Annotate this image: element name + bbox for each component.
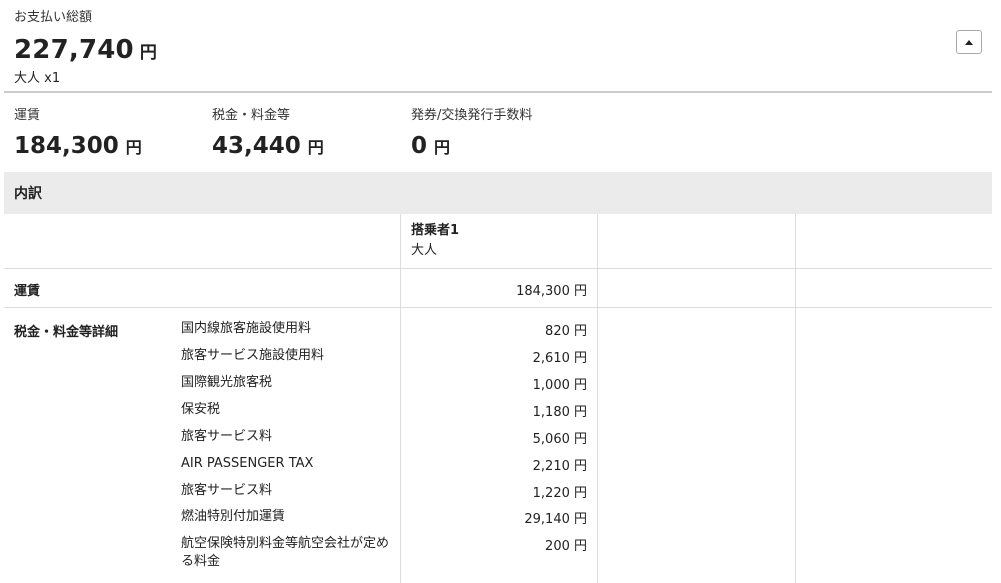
summary-taxes-label: 税金・料金等 [212, 108, 291, 123]
summary-fee: 発券/交換発行手数料 0 円 [411, 104, 532, 159]
breakdown-header: 内訳 [4, 172, 992, 214]
tax-item-amount: 1,220 円 [532, 486, 587, 501]
summary-taxes-value: 43,440 円 [212, 133, 324, 159]
fare-row-amount: 184,300 円 [516, 284, 587, 299]
tax-item-amount: 1,000 円 [532, 378, 587, 393]
table-column-divider [795, 214, 796, 583]
total-amount: 227,740 [14, 35, 134, 65]
collapse-button[interactable] [956, 30, 982, 54]
section-divider [4, 91, 992, 93]
tax-item-name: 保安税 [181, 402, 221, 417]
summary-fee-label: 発券/交換発行手数料 [411, 108, 533, 123]
table-column-divider [597, 214, 598, 583]
passenger-name: 搭乗者1 [411, 223, 460, 238]
summary-fare-amount: 184,300 [14, 133, 119, 159]
table-column-divider [400, 214, 401, 583]
passenger-count: 大人 x1 [14, 71, 61, 86]
table-row-divider [4, 307, 992, 308]
tax-item-name: 旅客サービス料 [181, 483, 273, 498]
passenger-column-header: 搭乗者1 大人 [411, 221, 459, 261]
summary-fare-value: 184,300 円 [14, 133, 142, 159]
tax-item-name: 国内線旅客施設使用料 [181, 321, 312, 336]
summary-fee-amount: 0 [411, 133, 428, 159]
summary-fare: 運賃 184,300 円 [14, 104, 142, 159]
summary-taxes-currency: 円 [307, 138, 324, 157]
table-row-divider [4, 268, 992, 269]
tax-item-name: 航空保険特別料金等航空会社が定める料金 [181, 536, 390, 569]
summary-fee-currency: 円 [434, 138, 451, 157]
summary-taxes-amount: 43,440 [212, 133, 301, 159]
tax-item-amount: 5,060 円 [532, 432, 587, 447]
summary-taxes: 税金・料金等 43,440 円 [212, 104, 324, 159]
summary-fee-value: 0 円 [411, 133, 532, 159]
total-label: お支払い総額 [14, 10, 93, 25]
tax-item-amount: 200 円 [545, 539, 587, 554]
tax-item-amount: 1,180 円 [532, 405, 587, 420]
summary-fare-currency: 円 [125, 138, 142, 157]
breakdown-title: 内訳 [14, 186, 42, 202]
fare-row-label: 運賃 [14, 284, 41, 299]
passenger-type: 大人 [411, 243, 438, 258]
tax-item-name: 旅客サービス施設使用料 [181, 348, 325, 363]
total-amount-row: 227,740 円 [14, 35, 157, 65]
total-currency: 円 [139, 43, 157, 63]
tax-item-name: 国際観光旅客税 [181, 375, 273, 390]
tax-item-name: 燃油特別付加運賃 [181, 509, 286, 524]
tax-item-amount: 820 円 [545, 324, 587, 339]
taxes-row-label: 税金・料金等詳細 [14, 325, 119, 340]
tax-item-amount: 2,210 円 [532, 459, 587, 474]
tax-item-amount: 2,610 円 [532, 351, 587, 366]
tax-item-name: 旅客サービス料 [181, 429, 273, 444]
tax-item-name: AIR PASSENGER TAX [181, 456, 314, 471]
caret-up-icon [965, 39, 973, 45]
total-section: お支払い総額 227,740 円 大人 x1 [14, 6, 157, 86]
tax-item-amount: 29,140 円 [524, 512, 587, 527]
summary-fare-label: 運賃 [14, 108, 41, 123]
